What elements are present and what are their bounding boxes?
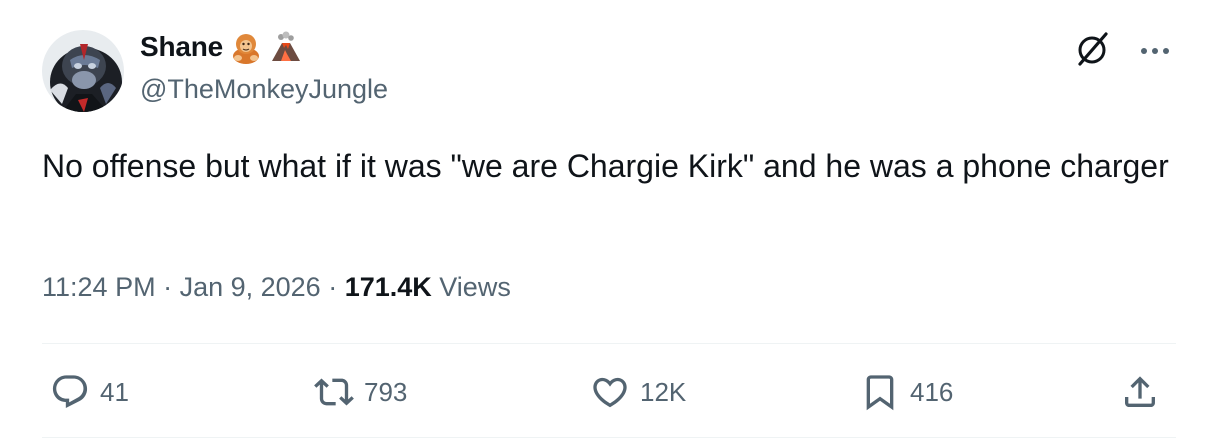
volcano-emoji-icon	[269, 30, 303, 64]
like-icon	[590, 372, 630, 412]
bookmark-icon	[860, 372, 900, 412]
author-handle[interactable]: @TheMonkeyJungle	[140, 74, 388, 105]
reply-count: 41	[100, 376, 129, 407]
action-bar: 41 793 12K 416	[42, 366, 1176, 418]
like-count: 12K	[640, 376, 687, 407]
repost-icon	[314, 372, 354, 412]
reply-button[interactable]: 41	[50, 366, 129, 418]
meta-separator: ·	[320, 272, 345, 302]
orangutan-emoji-icon	[229, 30, 263, 64]
meta-separator: ·	[155, 272, 180, 302]
views-count: 171.4K	[344, 272, 432, 302]
avatar[interactable]	[42, 30, 124, 112]
repost-count: 793	[364, 376, 408, 407]
author-name-row: Shane	[140, 30, 303, 64]
bookmark-button[interactable]: 416	[860, 366, 953, 418]
share-icon	[1120, 372, 1160, 412]
tweet-meta: 11:24 PM · Jan 9, 2026 · 171.4K Views	[42, 272, 511, 303]
share-button[interactable]	[1120, 366, 1160, 418]
tweet-date[interactable]: Jan 9, 2026	[180, 272, 321, 303]
tweet-time[interactable]: 11:24 PM	[42, 272, 156, 303]
tweet-text: No offense but what if it was "we are Ch…	[42, 148, 1169, 184]
avatar-image	[42, 30, 124, 112]
repost-button[interactable]: 793	[314, 366, 407, 418]
like-button[interactable]: 12K	[590, 366, 686, 418]
grok-icon[interactable]	[1074, 30, 1112, 73]
more-icon[interactable]	[1140, 43, 1170, 61]
display-name[interactable]: Shane	[140, 31, 223, 63]
reply-icon	[50, 372, 90, 412]
divider	[42, 343, 1176, 344]
views-label: Views	[431, 272, 511, 302]
divider	[42, 437, 1176, 438]
bookmark-count: 416	[910, 376, 954, 407]
top-actions	[1074, 30, 1170, 73]
